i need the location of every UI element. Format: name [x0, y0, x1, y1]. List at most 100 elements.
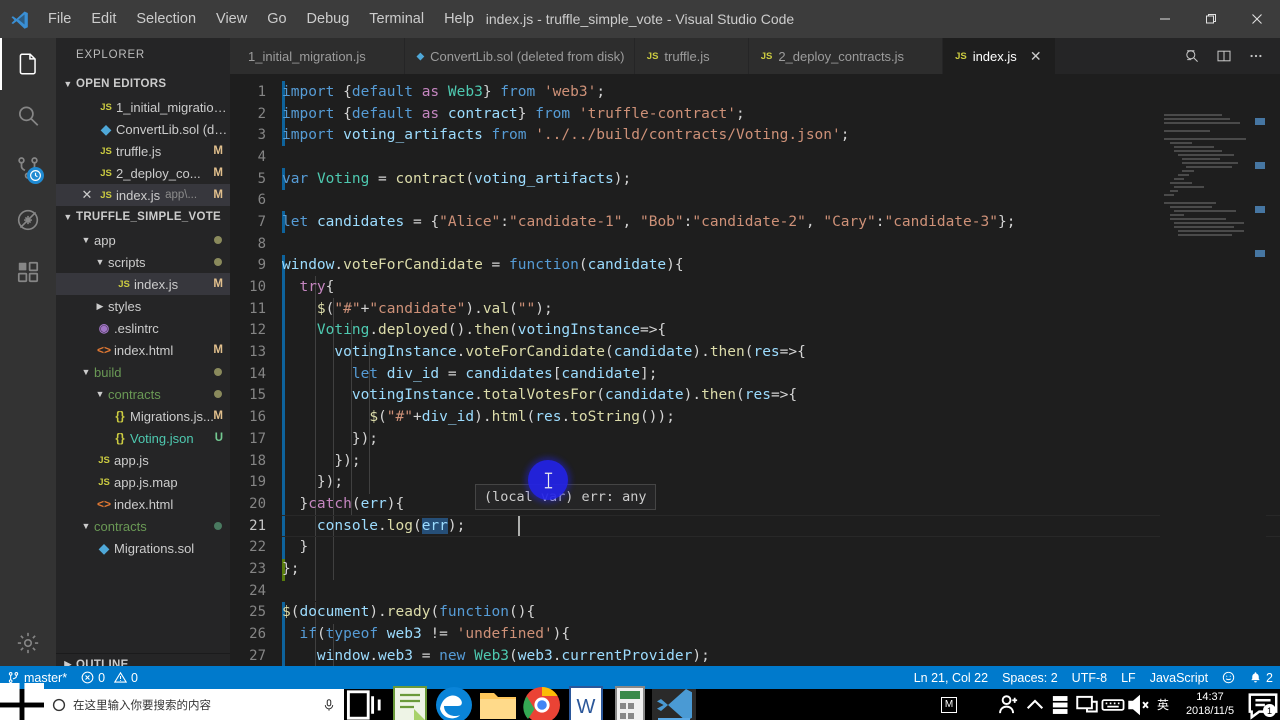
tab-truffle-js[interactable]: JS truffle.js ✕ [634, 38, 749, 74]
vscode-app-icon[interactable] [652, 688, 696, 720]
explorer-sidebar: EXPLORER ▼ OPEN EDITORS JS 1_initial_mig… [56, 38, 230, 675]
activity-search-button[interactable] [0, 90, 56, 142]
tree-file-app-js[interactable]: JS app.js [56, 449, 230, 471]
project-folder-header[interactable]: ▼ TRUFFLE_SIMPLE_VOTE [56, 206, 230, 229]
tree-file-build-index-html[interactable]: <> index.html [56, 493, 230, 515]
people-icon[interactable] [996, 689, 1022, 720]
close-button[interactable] [1234, 0, 1280, 38]
maximize-restore-button[interactable] [1188, 0, 1234, 38]
chevron-down-icon: ▼ [95, 389, 105, 399]
open-editor-item[interactable]: ◆ ConvertLib.sol (de... [56, 118, 230, 140]
split-editor-icon[interactable] [1210, 38, 1238, 74]
tree-folder-build-contracts[interactable]: ▼ contracts [56, 383, 230, 405]
keyboard-icon[interactable] [1100, 689, 1126, 720]
taskbar-clock[interactable]: 14:37 2018/11/5 [1174, 691, 1246, 719]
js-file-icon: JS [98, 476, 110, 488]
menu-file[interactable]: File [38, 0, 81, 38]
open-editors-header[interactable]: ▼ OPEN EDITORS [56, 73, 230, 96]
status-notifications[interactable]: 2 [1242, 666, 1280, 689]
code-editor[interactable]: 1 import {default as Web3} from 'web3'; 2… [230, 74, 1280, 675]
status-language-mode[interactable]: JavaScript [1143, 666, 1215, 689]
tree-file-voting-json[interactable]: {} Voting.json U [56, 427, 230, 449]
git-status-badge: M [213, 167, 223, 179]
tree-folder-styles[interactable]: ▶ styles [56, 295, 230, 317]
activity-source-control-button[interactable] [0, 142, 56, 194]
calculator-app-icon[interactable] [608, 685, 652, 720]
status-cursor-position[interactable]: Ln 21, Col 22 [907, 666, 995, 689]
tree-label: build [94, 364, 122, 380]
clock-date: 2018/11/5 [1185, 704, 1235, 717]
ime-language-indicator[interactable]: 英 [1152, 689, 1174, 720]
open-editor-item[interactable]: JS 2_deploy_co... M [56, 162, 230, 184]
task-view-icon[interactable] [344, 689, 388, 720]
tree-label: contracts [94, 518, 147, 534]
action-center-icon[interactable]: 1 [1246, 689, 1280, 720]
minimap-slider[interactable] [1252, 110, 1266, 675]
chrome-browser-icon[interactable] [520, 686, 564, 720]
more-actions-icon[interactable] [1242, 38, 1270, 74]
status-problems[interactable]: 0 0 [74, 666, 145, 689]
folder-change-dot [214, 522, 222, 530]
tree-file-app-js-map[interactable]: JS app.js.map [56, 471, 230, 493]
tree-file-index-html[interactable]: <> index.html M [56, 339, 230, 361]
windows-start-icon[interactable] [0, 682, 44, 720]
status-encoding[interactable]: UTF-8 [1065, 666, 1114, 689]
editor-actions [1178, 38, 1280, 74]
open-changes-icon[interactable] [1178, 38, 1206, 74]
word-app-icon[interactable]: W [564, 685, 608, 720]
tab-1-initial-migration-js[interactable]: 1_initial_migration.js ✕ [230, 38, 405, 74]
volume-muted-icon[interactable] [1126, 689, 1152, 720]
menu-go[interactable]: Go [257, 0, 296, 38]
tab-2-deploy-contracts-js[interactable]: JS 2_deploy_contracts.js ✕ [748, 38, 944, 74]
code-line: 13 votingInstance.voteForCandidate(candi… [230, 341, 1280, 363]
open-editor-item[interactable]: JS truffle.js M [56, 140, 230, 162]
tree-folder-build[interactable]: ▼ build [56, 361, 230, 383]
menu-view[interactable]: View [206, 0, 257, 38]
file-explorer-icon[interactable] [476, 689, 520, 720]
tab-convertlib-sol[interactable]: ◆ ConvertLib.sol (deleted from disk) ✕ [404, 38, 635, 74]
show-hidden-icons-icon[interactable] [1022, 689, 1048, 720]
tree-file-migrations-json[interactable]: {} Migrations.js... M [56, 405, 230, 427]
project-folder-label: TRUFFLE_SIMPLE_VOTE [76, 211, 221, 223]
minimize-button[interactable] [1142, 0, 1188, 38]
activity-extensions-button[interactable] [0, 246, 56, 298]
notepad-app-icon[interactable] [388, 685, 432, 720]
open-editor-item-active[interactable]: ✕ JS index.js app\... M [56, 184, 230, 206]
ime-mode-box[interactable]: M [936, 689, 962, 720]
tree-folder-app[interactable]: ▼ app [56, 229, 230, 251]
tab-index-js[interactable]: JS index.js ✕ [943, 38, 1056, 74]
close-icon[interactable]: ✕ [1029, 48, 1043, 65]
menu-selection[interactable]: Selection [126, 0, 206, 38]
open-editor-label: 1_initial_migration... [116, 99, 230, 115]
activity-debug-button[interactable] [0, 194, 56, 246]
tree-file-eslintrc[interactable]: ◉ .eslintrc [56, 317, 230, 339]
activity-explorer-button[interactable] [0, 38, 56, 90]
open-editor-item[interactable]: JS 1_initial_migration... [56, 96, 230, 118]
tree-file-index-js[interactable]: JS index.js M [56, 273, 230, 295]
status-feedback-smiley-icon[interactable] [1215, 666, 1242, 689]
editor-tab-bar: 1_initial_migration.js ✕ ◆ ConvertLib.so… [230, 38, 1280, 74]
battery-icon[interactable] [1048, 689, 1074, 720]
editor-minimap[interactable] [1160, 110, 1266, 675]
status-indentation[interactable]: Spaces: 2 [995, 666, 1065, 689]
vscode-window: File Edit Selection View Go Debug Termin… [0, 0, 1280, 720]
line-number: 15 [249, 387, 266, 404]
folder-change-dot [214, 390, 222, 398]
menu-help[interactable]: Help [434, 0, 484, 38]
microphone-icon[interactable] [322, 698, 336, 712]
tree-file-migrations-sol[interactable]: ◆ Migrations.sol [56, 537, 230, 559]
chevron-down-icon: ▼ [81, 235, 91, 245]
tree-folder-scripts[interactable]: ▼ scripts [56, 251, 230, 273]
menu-edit[interactable]: Edit [81, 0, 126, 38]
network-icon[interactable] [1074, 689, 1100, 720]
code-line: 10 try{ [230, 276, 1280, 298]
menu-terminal[interactable]: Terminal [359, 0, 434, 38]
code-line: 27 window.web3 = new Web3(web3.currentPr… [230, 645, 1280, 667]
taskbar-search-box[interactable]: 在这里输入你要搜索的内容 [44, 689, 344, 720]
edge-browser-icon[interactable] [432, 686, 476, 720]
tree-folder-contracts[interactable]: ▼ contracts [56, 515, 230, 537]
status-eol[interactable]: LF [1114, 666, 1143, 689]
menu-debug[interactable]: Debug [297, 0, 360, 38]
close-icon[interactable]: ✕ [78, 187, 96, 203]
activity-settings-button[interactable] [0, 617, 56, 669]
